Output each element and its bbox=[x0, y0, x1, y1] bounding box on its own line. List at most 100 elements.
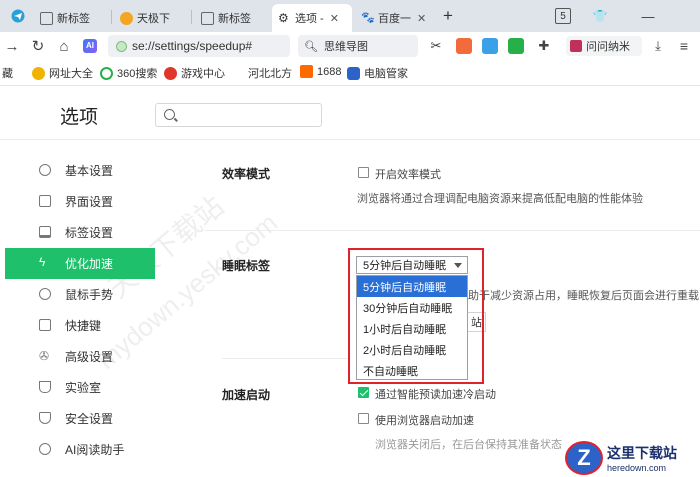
bookmark-item[interactable]: 360搜索 bbox=[100, 65, 157, 81]
360-icon bbox=[100, 66, 113, 80]
address-bar[interactable]: se://settings/speedup# bbox=[108, 35, 290, 57]
minimize-button[interactable]: — bbox=[638, 6, 658, 26]
page-icon bbox=[201, 11, 214, 25]
home-button[interactable]: ⌂ bbox=[54, 36, 74, 56]
sidebar-item-label: 实验室 bbox=[65, 381, 102, 395]
flask-icon bbox=[39, 381, 51, 393]
user-account-button[interactable]: 问问纳米 bbox=[566, 36, 642, 56]
keyboard-icon bbox=[39, 319, 51, 331]
ai-icon[interactable]: AI bbox=[80, 36, 100, 56]
reload-button[interactable]: ↻ bbox=[28, 36, 48, 56]
logo-mark: Z bbox=[565, 440, 603, 475]
shield-icon bbox=[347, 66, 360, 80]
close-icon[interactable]: ✕ bbox=[417, 12, 426, 25]
skin-icon[interactable]: 👕 bbox=[590, 6, 610, 26]
highlight-frame bbox=[348, 248, 484, 384]
game-icon bbox=[164, 66, 177, 80]
tab-count-badge[interactable]: 5 bbox=[555, 8, 571, 24]
translate-icon[interactable] bbox=[482, 38, 498, 54]
sidebar-item-shortcuts[interactable]: 快捷键 bbox=[5, 310, 155, 341]
wrench-icon: ✇ bbox=[39, 349, 50, 363]
bookmark-item[interactable]: 藏 bbox=[2, 65, 13, 81]
mouse-icon bbox=[39, 288, 51, 300]
tab-1[interactable]: 新标签 bbox=[34, 4, 110, 32]
sidebar-item-lab[interactable]: 实验室 bbox=[5, 372, 155, 403]
toolbar-search-text: 思维导图 bbox=[323, 41, 368, 53]
settings-page: 选项 天极下载站 mydown.yesky.com 基本设置 界面设置 标签设置… bbox=[0, 86, 700, 477]
bookmark-item[interactable]: 1688 bbox=[300, 65, 341, 78]
window-icon bbox=[39, 195, 51, 207]
section-divider bbox=[222, 358, 348, 359]
wechat-icon[interactable] bbox=[508, 38, 524, 54]
bookmark-item[interactable]: 游戏中心 bbox=[164, 65, 225, 81]
startup-accelerate-note: 浏览器关闭后，在后台保持其准备状态 bbox=[375, 439, 562, 451]
gamepad-icon[interactable] bbox=[456, 38, 472, 54]
sidebar-item-interface[interactable]: 界面设置 bbox=[5, 186, 155, 217]
tab-2[interactable]: 天极下 bbox=[114, 4, 190, 32]
gear-icon: ⚙ bbox=[278, 10, 289, 25]
startup-accelerate-checkbox[interactable] bbox=[358, 413, 369, 424]
smart-preread-checkbox[interactable] bbox=[358, 387, 369, 398]
gear-icon bbox=[39, 164, 51, 176]
startup-acceleration-label: 加速启动 bbox=[222, 388, 271, 402]
tab-title: 新标签 bbox=[57, 13, 90, 25]
tab-title: 选项 - bbox=[295, 13, 324, 25]
bookmark-label: 1688 bbox=[317, 65, 342, 78]
sidebar-item-mouse[interactable]: 鼠标手势 bbox=[5, 279, 155, 310]
search-icon: 🔍︎ bbox=[304, 40, 318, 53]
bookmark-label: 电脑管家 bbox=[364, 68, 408, 80]
shield-icon bbox=[39, 412, 51, 424]
bookmark-label: 360搜索 bbox=[117, 68, 158, 80]
tab-title: 百度一 bbox=[378, 13, 411, 25]
tab-3[interactable]: 新标签 bbox=[195, 4, 271, 32]
forward-button[interactable]: → bbox=[2, 36, 22, 56]
sidebar-item-label: 标签设置 bbox=[65, 226, 114, 240]
user-label: 问问纳米 bbox=[586, 41, 630, 53]
toolbar-search-input[interactable]: 🔍︎ 思维导图 bbox=[298, 35, 418, 57]
tab-title: 新标签 bbox=[218, 13, 251, 25]
smart-preread-label: 通过智能预读加速冷启动 bbox=[375, 389, 496, 401]
efficiency-mode-checkbox[interactable] bbox=[358, 167, 369, 178]
section-divider bbox=[205, 230, 700, 231]
sidebar-item-tabs[interactable]: 标签设置 bbox=[5, 217, 155, 248]
bookmark-label: 藏 bbox=[2, 68, 13, 80]
tab-4-active[interactable]: ⚙ 选项 - ✕ bbox=[272, 4, 352, 32]
sidebar-item-label: 安全设置 bbox=[65, 412, 114, 426]
bookmark-item[interactable]: 网址大全 bbox=[32, 65, 93, 81]
scissors-icon[interactable]: ✂ bbox=[428, 38, 444, 54]
address-url: se://settings/speedup# bbox=[132, 39, 253, 53]
sidebar-item-basic[interactable]: 基本设置 bbox=[5, 155, 155, 186]
download-icon[interactable]: ⤓ bbox=[648, 36, 668, 56]
startup-accelerate-label: 使用浏览器启动加速 bbox=[375, 415, 474, 427]
settings-sidebar: 基本设置 界面设置 标签设置 ϟ 优化加速 鼠标手势 快捷键 ✇ 高级设置 实验… bbox=[0, 140, 155, 477]
close-icon[interactable]: ✕ bbox=[330, 12, 339, 25]
1688-icon bbox=[300, 65, 313, 78]
sidebar-item-speedup[interactable]: ϟ 优化加速 bbox=[5, 248, 155, 279]
settings-search-input[interactable] bbox=[155, 103, 322, 127]
bookmark-item[interactable]: 电脑管家 bbox=[347, 65, 408, 81]
sleep-tabs-label: 睡眠标签 bbox=[222, 259, 271, 273]
sidebar-item-label: 鼠标手势 bbox=[65, 288, 114, 302]
sidebar-item-label: 高级设置 bbox=[65, 350, 114, 364]
nav-icon bbox=[32, 66, 45, 80]
bookmark-label: 游戏中心 bbox=[181, 68, 225, 80]
bookmarks-bar: 藏 网址大全 360搜索 游戏中心 河北北方 1688 电脑管家 bbox=[0, 60, 700, 86]
bookmark-label: 河北北方 bbox=[248, 68, 292, 80]
tab-5[interactable]: 🐾 百度一 ✕ bbox=[355, 4, 431, 32]
search-icon bbox=[164, 109, 175, 120]
page-title: 选项 bbox=[60, 107, 99, 128]
telegram-icon[interactable] bbox=[8, 6, 28, 26]
tab-title: 天极下 bbox=[137, 13, 170, 25]
puzzle-icon[interactable]: ✚ bbox=[536, 38, 552, 54]
new-tab-button[interactable]: + bbox=[438, 6, 458, 26]
sidebar-item-ai-reader[interactable]: AI阅读助手 bbox=[5, 434, 155, 465]
tianji-icon bbox=[120, 11, 133, 25]
user-avatar-icon bbox=[570, 40, 582, 52]
sidebar-item-label: 优化加速 bbox=[65, 257, 114, 271]
bookmark-item[interactable]: 河北北方 bbox=[248, 65, 292, 81]
sidebar-item-security[interactable]: 安全设置 bbox=[5, 403, 155, 434]
lightning-icon: ϟ bbox=[39, 255, 46, 269]
menu-icon[interactable]: ≡ bbox=[674, 36, 694, 56]
sidebar-item-advanced[interactable]: ✇ 高级设置 bbox=[5, 341, 155, 372]
efficiency-mode-label: 效率模式 bbox=[222, 167, 271, 181]
